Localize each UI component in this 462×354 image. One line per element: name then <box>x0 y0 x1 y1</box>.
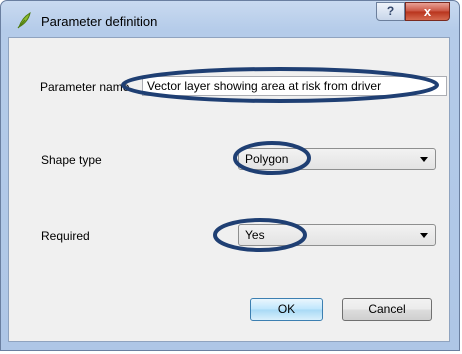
dialog-title: Parameter definition <box>41 14 158 29</box>
parameter-name-label: Parameter name <box>40 80 130 94</box>
cancel-button[interactable]: Cancel <box>342 298 432 321</box>
required-label: Required <box>41 229 90 243</box>
qgis-leaf-icon <box>16 11 32 29</box>
shape-type-value: Polygon <box>245 152 289 166</box>
title-bar: Parameter definition ? x <box>1 1 459 31</box>
chevron-down-icon <box>420 233 428 238</box>
ok-button[interactable]: OK <box>250 298 323 321</box>
shape-type-select[interactable]: Polygon <box>238 148 436 170</box>
close-button[interactable]: x <box>405 2 450 21</box>
parameter-name-input[interactable]: Vector layer showing area at risk from d… <box>142 76 447 96</box>
shape-type-label: Shape type <box>41 153 102 167</box>
chevron-down-icon <box>420 157 428 162</box>
help-button[interactable]: ? <box>376 2 405 21</box>
required-value: Yes <box>245 228 265 242</box>
required-select[interactable]: Yes <box>238 224 436 246</box>
